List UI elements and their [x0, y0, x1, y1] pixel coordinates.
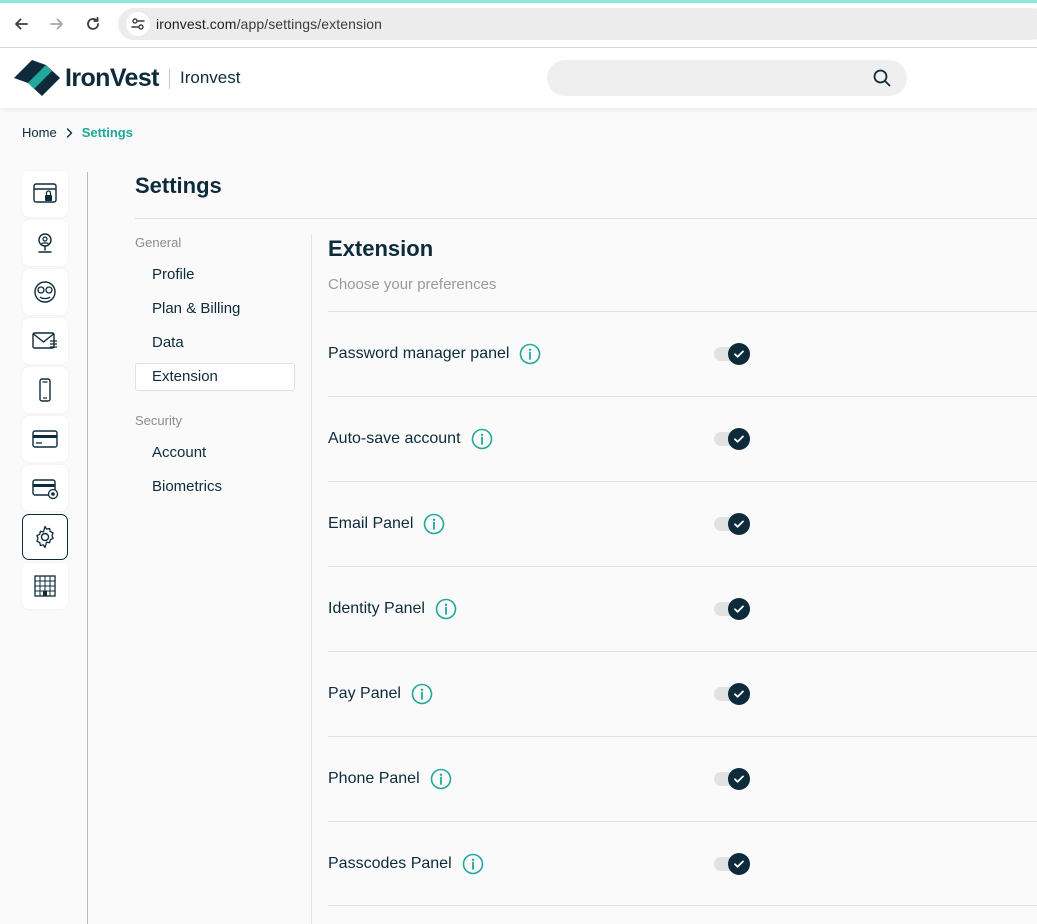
subnav-item-data[interactable]: Data: [135, 329, 295, 357]
option-label: Pay Panel: [328, 685, 401, 702]
check-icon: [734, 775, 744, 783]
app-header: IronVest Ironvest: [0, 48, 1037, 108]
option-label: Password manager panel: [328, 345, 510, 362]
arrow-right-icon: [50, 18, 63, 30]
subnav-item-account[interactable]: Account: [135, 439, 295, 467]
organization-name: Ironvest: [180, 68, 241, 87]
panel-subtitle: Choose your preferences: [328, 276, 497, 293]
option-row-password-manager: Password manager panel: [328, 311, 1037, 396]
content-divider: [311, 235, 312, 924]
option-row-phone-panel: Phone Panel: [328, 736, 1037, 821]
gear-icon: [36, 525, 54, 549]
info-icon[interactable]: [430, 768, 452, 790]
subnav-item-extension[interactable]: Extension: [135, 363, 295, 391]
breadcrumb-current: Settings: [81, 125, 133, 140]
card-settings-icon: [32, 479, 59, 500]
address-bar[interactable]: ironvest.com/app/settings/extension: [118, 8, 1037, 40]
subnav-item-biometrics[interactable]: Biometrics: [135, 473, 295, 501]
option-label: Passcodes Panel: [328, 855, 452, 872]
page-title: Settings: [135, 173, 222, 198]
header-separator: [169, 69, 170, 89]
rail-item-cards[interactable]: [22, 416, 68, 462]
app-nav-rail: [22, 171, 68, 612]
passcodes-panel-toggle[interactable]: [714, 853, 750, 875]
rail-item-organization[interactable]: [22, 563, 68, 609]
rail-item-location[interactable]: [22, 220, 68, 266]
check-icon: [734, 605, 744, 613]
search-icon[interactable]: [872, 68, 892, 88]
option-label: Email Panel: [328, 515, 414, 532]
ironvest-logo-icon: [14, 60, 60, 96]
browser-lock-icon: [33, 183, 57, 203]
breadcrumb-home[interactable]: Home: [22, 125, 57, 140]
location-pin-icon: [38, 233, 52, 253]
forward-button[interactable]: [46, 13, 68, 35]
option-row-passcodes-panel: Passcodes Panel: [328, 821, 1037, 906]
subnav-item-profile[interactable]: Profile: [135, 261, 295, 289]
email-panel-toggle[interactable]: [714, 513, 750, 535]
password-manager-toggle[interactable]: [714, 343, 750, 365]
info-icon[interactable]: [462, 853, 484, 875]
option-label: Identity Panel: [328, 600, 425, 617]
search-input[interactable]: [547, 60, 907, 96]
chevron-right-icon: [66, 127, 73, 138]
masked-identity-icon: [34, 281, 56, 303]
breadcrumb: Home Settings: [22, 125, 133, 140]
rail-item-email[interactable]: [22, 318, 68, 364]
option-row-email-panel: Email Panel: [328, 481, 1037, 566]
mobile-phone-icon: [39, 378, 51, 402]
subnav-group-general: General: [135, 235, 182, 250]
rail-item-browser[interactable]: [22, 171, 68, 217]
title-divider: [135, 218, 1037, 219]
settings-subnav: General Profile Plan & Billing Data Exte…: [135, 235, 295, 501]
rail-item-phone[interactable]: [22, 367, 68, 413]
rail-item-card-settings[interactable]: [22, 465, 68, 511]
check-icon: [734, 690, 744, 698]
url-domain: ironvest.com: [156, 16, 237, 32]
option-row-identity-panel: Identity Panel: [328, 566, 1037, 651]
url-path: /app/settings/extension: [236, 16, 383, 32]
rail-item-settings[interactable]: [22, 514, 68, 560]
rail-divider: [87, 172, 88, 924]
identity-panel-toggle[interactable]: [714, 598, 750, 620]
url-text: ironvest.com/app/settings/extension: [156, 16, 382, 32]
browser-toolbar: ironvest.com/app/settings/extension: [0, 0, 1037, 48]
building-icon: [34, 575, 56, 597]
brand-logo[interactable]: IronVest: [14, 59, 159, 97]
check-icon: [734, 860, 744, 868]
check-icon: [734, 350, 744, 358]
rail-item-identity[interactable]: [22, 269, 68, 315]
brand-name: IronVest: [65, 63, 159, 92]
info-icon[interactable]: [435, 598, 457, 620]
check-icon: [734, 520, 744, 528]
info-icon[interactable]: [471, 428, 493, 450]
check-icon: [734, 435, 744, 443]
masked-email-icon: [32, 332, 57, 349]
reload-icon: [87, 16, 99, 30]
option-row-auto-save: Auto-save account: [328, 396, 1037, 481]
option-label: Phone Panel: [328, 770, 420, 787]
tune-icon: [131, 18, 145, 30]
subnav-group-security: Security: [135, 413, 182, 428]
phone-panel-toggle[interactable]: [714, 768, 750, 790]
option-label: Auto-save account: [328, 430, 461, 447]
info-icon[interactable]: [411, 683, 433, 705]
credit-card-icon: [32, 430, 58, 448]
reload-button[interactable]: [82, 13, 104, 35]
panel-title: Extension: [328, 236, 434, 261]
option-row-pay-panel: Pay Panel: [328, 651, 1037, 736]
pay-panel-toggle[interactable]: [714, 683, 750, 705]
auto-save-toggle[interactable]: [714, 428, 750, 450]
info-icon[interactable]: [423, 513, 445, 535]
back-button[interactable]: [10, 13, 32, 35]
arrow-left-icon: [15, 18, 28, 30]
site-settings-button[interactable]: [126, 12, 150, 36]
subnav-item-plan-billing[interactable]: Plan & Billing: [135, 295, 295, 323]
extension-options-list: Password manager panel Auto-save account…: [328, 311, 1037, 906]
info-icon[interactable]: [519, 343, 541, 365]
